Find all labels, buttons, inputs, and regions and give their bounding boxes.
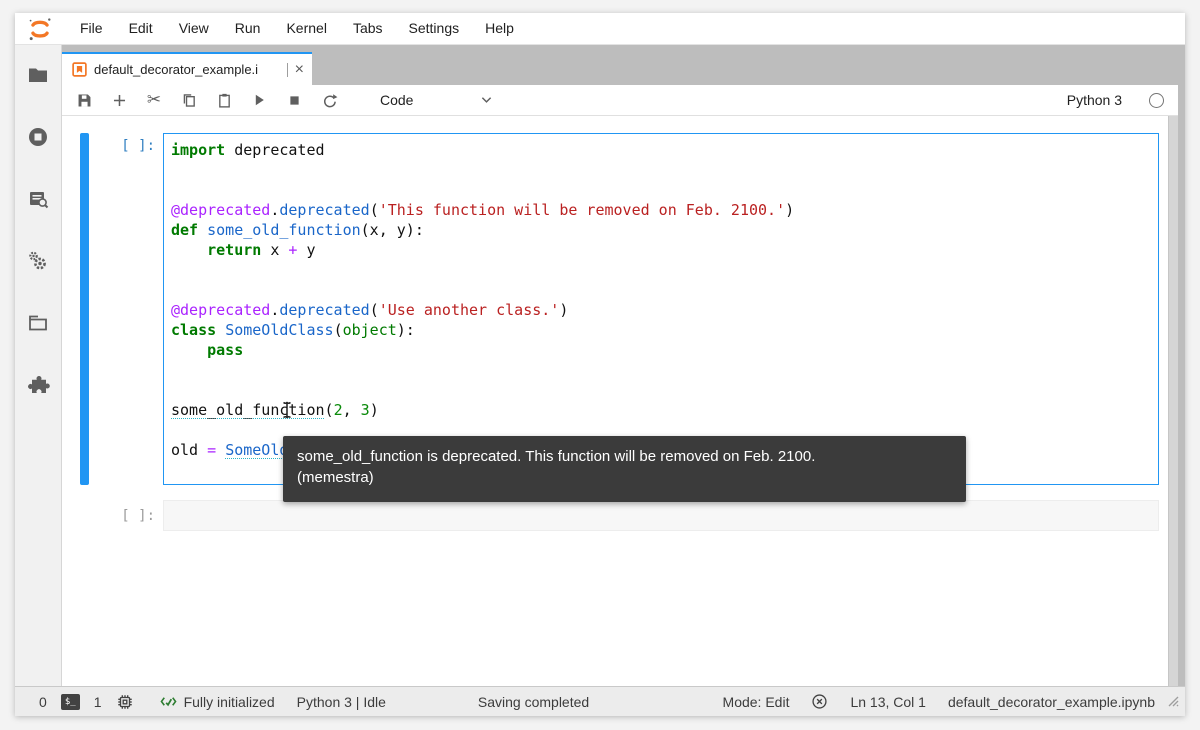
code-cell-editor[interactable]: import deprecated @deprecated.deprecated…	[163, 133, 1159, 485]
code-line: @deprecated.deprecated('This function wi…	[171, 201, 795, 219]
sessions-status[interactable]: 0 $_ 1	[39, 693, 134, 711]
menu-kernel[interactable]: Kernel	[273, 13, 339, 44]
menu-items: File Edit View Run Kernel Tabs Settings Help	[67, 13, 527, 44]
mode-indicator[interactable]: Mode: Edit	[723, 694, 790, 710]
insert-cell-button[interactable]	[109, 90, 129, 110]
jupyterlab-window: File Edit View Run Kernel Tabs Settings Help	[15, 13, 1185, 716]
tab-title: default_decorator_example.i	[94, 62, 259, 77]
lsp-status-text: Fully initialized	[183, 693, 275, 710]
table-of-contents-icon[interactable]	[26, 187, 50, 211]
notebook-panel: [ ]: import deprecated @deprecated.depre…	[62, 116, 1178, 686]
chevron-down-icon	[481, 97, 492, 103]
status-bar: 0 $_ 1 Fully initialized Python 3 | Idle…	[15, 686, 1185, 716]
menu-settings[interactable]: Settings	[396, 13, 473, 44]
jupyter-logo-icon	[25, 14, 55, 44]
terminal-icon: $_	[60, 693, 80, 710]
menu-bar: File Edit View Run Kernel Tabs Settings Help	[15, 13, 1185, 45]
menu-file[interactable]: File	[67, 13, 116, 44]
code-line: some_old_function(2, 3)	[171, 401, 379, 419]
code-line: def some_old_function(x, y):	[171, 221, 424, 239]
kernel-status[interactable]: Python 3 | Idle	[297, 694, 386, 710]
save-status: Saving completed	[477, 693, 590, 710]
menu-help[interactable]: Help	[472, 13, 527, 44]
tab-text-caret	[286, 62, 288, 77]
not-trusted-icon	[812, 694, 828, 709]
dock-area: default_decorator_example.i × ✂ Code Pyt…	[15, 45, 1185, 686]
deprecation-tooltip: some_old_function is deprecated. This fu…	[283, 436, 966, 502]
menu-tabs[interactable]: Tabs	[340, 13, 396, 44]
menu-view[interactable]: View	[166, 13, 222, 44]
code-line: return x + y	[207, 241, 316, 259]
kernels-count: 1	[93, 693, 102, 710]
notebook-scrollbar[interactable]	[1168, 116, 1178, 686]
code-line: pass	[207, 341, 244, 359]
cell-input-prompt: [ ]:	[121, 138, 155, 154]
notebook-toolbar: ✂ Code Python 3	[62, 85, 1178, 116]
main-dock-panel: default_decorator_example.i × ✂ Code Pyt…	[62, 45, 1185, 686]
resize-grip[interactable]	[1165, 693, 1179, 710]
empty-code-cell-editor[interactable]	[163, 500, 1159, 531]
notebook-tab[interactable]: default_decorator_example.i ×	[62, 52, 312, 85]
filename-status: default_decorator_example.ipynb	[947, 693, 1155, 710]
kernel-status-indicator-icon	[1149, 92, 1164, 108]
trust-indicator[interactable]	[811, 693, 828, 710]
lsp-status[interactable]: Fully initialized	[160, 694, 275, 710]
kernel-chip-icon	[117, 694, 132, 709]
open-tabs-icon[interactable]	[26, 311, 50, 335]
save-button[interactable]	[74, 90, 94, 110]
interrupt-kernel-button[interactable]	[284, 90, 304, 110]
left-sidebar	[15, 45, 62, 686]
paste-cells-button[interactable]	[214, 90, 234, 110]
code-line: class SomeOldClass(object):	[171, 321, 415, 339]
terminals-count: 0	[39, 693, 47, 710]
tooltip-line1: some_old_function is deprecated. This fu…	[297, 448, 816, 465]
cut-cells-button[interactable]: ✂	[144, 90, 164, 110]
cursor-position[interactable]: Ln 13, Col 1	[850, 694, 926, 710]
code-check-icon	[160, 697, 177, 707]
cell-input-prompt: [ ]:	[121, 508, 155, 524]
kernel-name-button[interactable]: Python 3	[1067, 92, 1122, 108]
cell-type-dropdown[interactable]: Code	[380, 92, 492, 108]
restart-kernel-button[interactable]	[319, 90, 339, 110]
copy-cells-button[interactable]	[179, 90, 199, 110]
text-cursor-icon	[281, 400, 293, 420]
file-browser-icon[interactable]	[26, 63, 50, 87]
property-inspector-icon[interactable]	[26, 249, 50, 273]
code-line: @deprecated.deprecated('Use another clas…	[171, 301, 569, 319]
menu-run[interactable]: Run	[222, 13, 274, 44]
tooltip-line2: (memestra)	[297, 469, 374, 486]
tab-close-icon[interactable]: ×	[295, 61, 304, 78]
notebook-icon	[72, 62, 87, 77]
code-line: import deprecated	[171, 141, 325, 159]
active-cell-indicator[interactable]	[80, 133, 89, 485]
tab-bar: default_decorator_example.i ×	[62, 45, 1178, 85]
menu-edit[interactable]: Edit	[116, 13, 166, 44]
cell-type-value: Code	[380, 92, 414, 108]
extension-manager-icon[interactable]	[26, 373, 50, 397]
run-cell-button[interactable]	[249, 90, 269, 110]
running-sessions-icon[interactable]	[26, 125, 50, 149]
